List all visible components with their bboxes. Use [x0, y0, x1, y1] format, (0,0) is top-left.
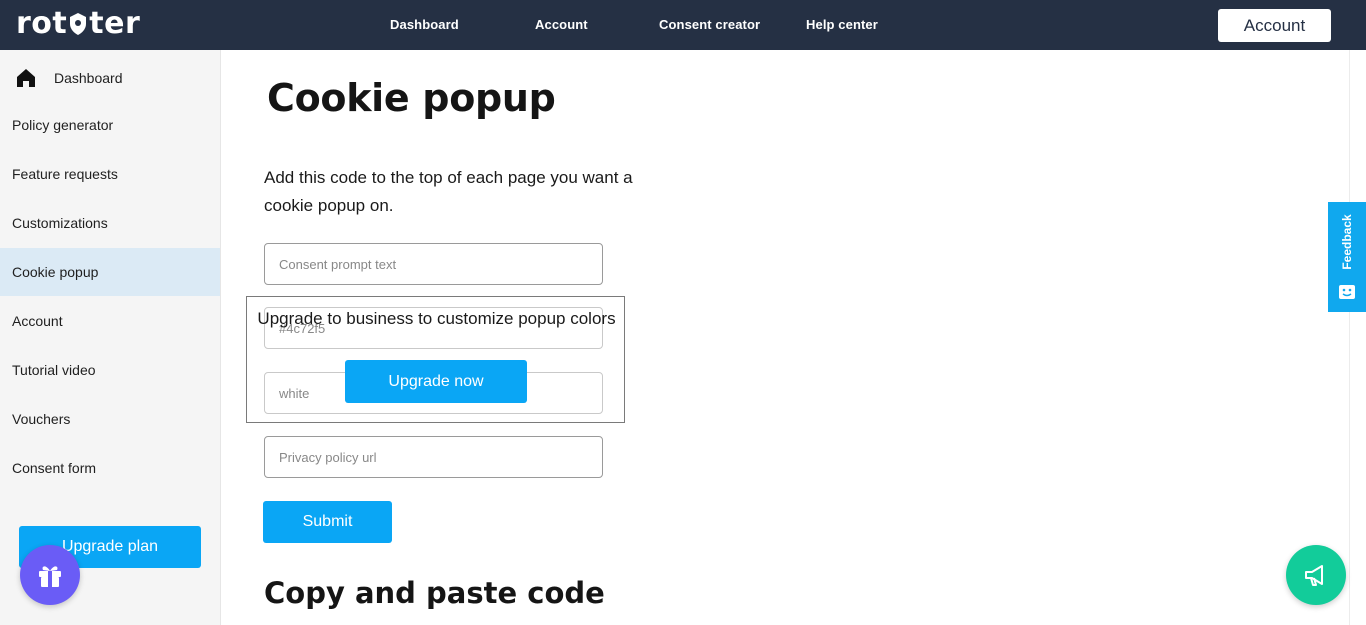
sidebar-item-label: Account	[12, 313, 63, 329]
nav-dashboard[interactable]: Dashboard	[390, 17, 459, 32]
sidebar-item-policy-generator[interactable]: Policy generator	[0, 101, 220, 149]
sidebar: Dashboard Policy generator Feature reque…	[0, 50, 221, 625]
sidebar-item-tutorial-video[interactable]: Tutorial video	[0, 346, 220, 394]
page-title: Cookie popup	[267, 76, 556, 120]
gift-icon	[39, 566, 61, 587]
scrollbar[interactable]	[1349, 50, 1366, 625]
shield-icon	[70, 13, 87, 35]
sidebar-item-cookie-popup[interactable]: Cookie popup	[0, 248, 220, 296]
nav-account[interactable]: Account	[535, 17, 588, 32]
logo[interactable]: rot ter	[16, 6, 140, 42]
top-navigation-bar: rot ter Dashboard Account Consent creato…	[0, 0, 1366, 50]
nav-consent-creator[interactable]: Consent creator	[659, 17, 760, 32]
sidebar-item-label: Dashboard	[54, 70, 123, 86]
upgrade-overlay-text: Upgrade to business to customize popup c…	[257, 309, 616, 328]
sidebar-item-label: Customizations	[12, 215, 108, 231]
sidebar-item-account[interactable]: Account	[0, 297, 220, 345]
sidebar-item-label: Tutorial video	[12, 362, 96, 378]
privacy-policy-url-input[interactable]	[264, 436, 603, 478]
logo-text-left: rot	[16, 6, 68, 41]
home-icon	[17, 69, 35, 87]
sidebar-item-label: Consent form	[12, 460, 97, 476]
sidebar-item-dashboard[interactable]: Dashboard	[0, 54, 220, 102]
copy-paste-code-heading: Copy and paste code	[264, 576, 605, 610]
feedback-face-icon	[1339, 285, 1355, 299]
sidebar-item-label: Vouchers	[12, 411, 71, 427]
account-button[interactable]: Account	[1218, 9, 1331, 42]
feedback-label: Feedback	[1340, 214, 1354, 270]
sidebar-item-label: Cookie popup	[12, 264, 99, 280]
megaphone-icon	[1305, 565, 1323, 586]
sidebar-item-customizations[interactable]: Customizations	[0, 199, 220, 247]
sidebar-item-label: Feature requests	[12, 166, 118, 182]
logo-text-right: ter	[89, 6, 141, 41]
announcement-button[interactable]	[1286, 545, 1346, 605]
consent-prompt-input[interactable]	[264, 243, 603, 285]
submit-button[interactable]: Submit	[263, 501, 392, 543]
intro-text: Add this code to the top of each page yo…	[264, 168, 633, 215]
gift-button[interactable]	[20, 545, 80, 605]
sidebar-item-vouchers[interactable]: Vouchers	[0, 395, 220, 443]
nav-help-center[interactable]: Help center	[806, 17, 878, 32]
sidebar-item-label: Policy generator	[12, 117, 114, 133]
sidebar-item-feature-requests[interactable]: Feature requests	[0, 150, 220, 198]
sidebar-item-consent-form[interactable]: Consent form	[0, 444, 220, 492]
upgrade-now-button[interactable]: Upgrade now	[345, 360, 527, 403]
feedback-tab[interactable]: Feedback	[1328, 202, 1366, 312]
